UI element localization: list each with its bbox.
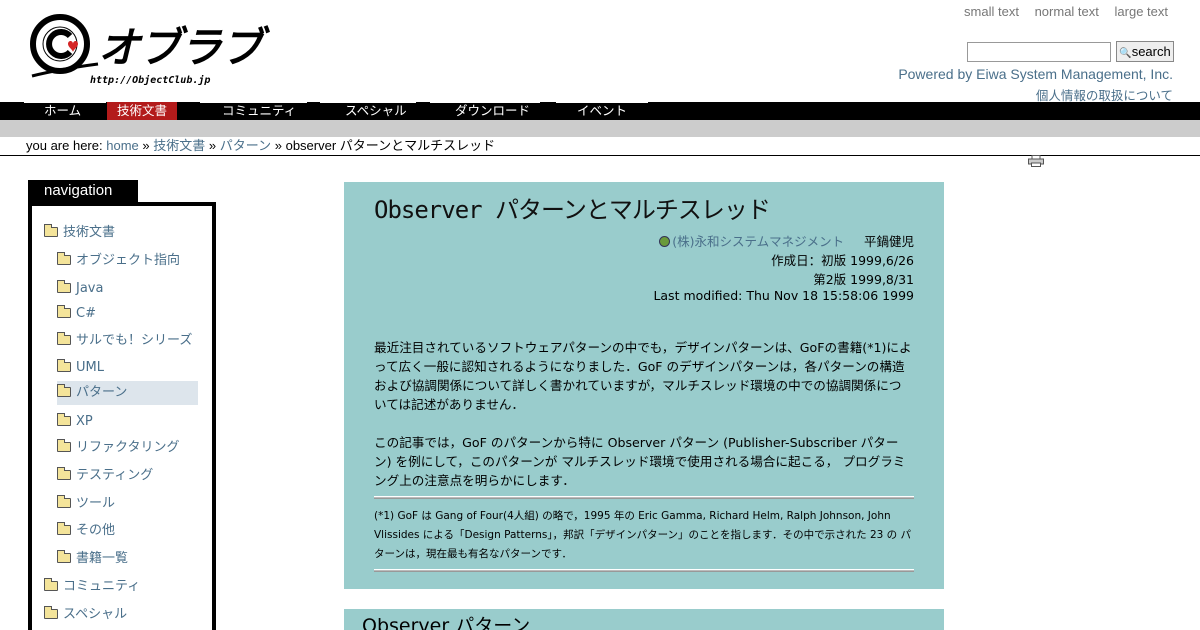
- sidebar-item[interactable]: C#: [57, 302, 96, 326]
- footnote-divider: [374, 569, 914, 572]
- sidebar-item-label: サルでも！シリーズ: [76, 333, 193, 348]
- folder-icon: [57, 495, 71, 508]
- section-card: Observer パターン: [344, 609, 944, 630]
- footnote: (*1) GoF は Gang of Four(4人組) の略で，1995 年の…: [374, 510, 912, 560]
- folder-icon: [44, 578, 58, 591]
- logo-text: オブラブ: [98, 23, 263, 72]
- folder-icon: [57, 550, 71, 563]
- sidebar-item[interactable]: UML: [57, 356, 104, 380]
- sidebar-item-label: XP: [76, 414, 93, 429]
- tab-download[interactable]: ダウンロード: [455, 102, 530, 120]
- folder-icon: [57, 384, 71, 397]
- breadcrumb-tech-docs[interactable]: 技術文書: [153, 138, 205, 153]
- breadcrumb-prefix: you are here:: [26, 138, 103, 153]
- sidebar-item-label: スペシャル: [63, 607, 128, 622]
- sidebar-item[interactable]: その他: [57, 519, 115, 543]
- sidebar-item-label: ツール: [76, 496, 116, 511]
- search-input[interactable]: [967, 42, 1111, 62]
- search-button-label: search: [1131, 44, 1171, 59]
- sidebar-item-label: その他: [76, 523, 116, 538]
- breadcrumb-patterns[interactable]: パターン: [220, 138, 271, 153]
- folder-icon: [57, 280, 71, 293]
- tab-events[interactable]: イベント: [577, 102, 627, 120]
- sidebar-item[interactable]: 書籍一覧: [57, 547, 128, 571]
- sidebar-item-label: C#: [76, 306, 96, 321]
- folder-icon: [57, 252, 71, 265]
- folder-icon: [57, 467, 71, 480]
- search-icon: 🔍: [1119, 48, 1132, 59]
- tab-special[interactable]: スペシャル: [345, 102, 407, 120]
- main-nav: ホーム 技術文書 コミュニティ スペシャル ダウンロード イベント: [0, 102, 1200, 120]
- sidebar-item[interactable]: オブジェクト指向: [57, 249, 180, 273]
- external-link-icon: [659, 236, 671, 247]
- sidebar-item[interactable]: サルでも！シリーズ: [57, 329, 192, 353]
- print-icon[interactable]: [1028, 155, 1044, 167]
- folder-icon: [57, 522, 71, 535]
- breadcrumb-separator: »: [142, 138, 150, 153]
- breadcrumb: you are here: home » 技術文書 » パターン » obser…: [0, 137, 1200, 156]
- sidebar-item[interactable]: テスティング: [57, 464, 153, 488]
- folder-icon: [57, 439, 71, 452]
- sidebar-item-label: テスティング: [76, 468, 154, 483]
- powered-by-link[interactable]: Powered by Eiwa System Management, Inc.: [898, 66, 1173, 82]
- breadcrumb-home[interactable]: home: [106, 138, 139, 153]
- purpose-paragraph: この記事では，GoF のパターンから特に Observer パターン (Publ…: [374, 435, 906, 488]
- folder-icon: [57, 332, 71, 345]
- breadcrumb-separator: »: [274, 138, 282, 153]
- sidebar-item-label: UML: [76, 360, 104, 375]
- sidebar-item-label: コミュニティ: [63, 579, 141, 594]
- last-modified: Last modified: Thu Nov 18 15:58:06 1999: [653, 288, 914, 303]
- font-size-links: small text normal text large text: [952, 4, 1168, 19]
- search-button[interactable]: 🔍search: [1116, 41, 1174, 62]
- large-text-link[interactable]: large text: [1115, 4, 1168, 19]
- folder-icon: [57, 305, 71, 318]
- objectclub-logo-icon: [30, 14, 99, 78]
- sidebar-item[interactable]: リファクタリング: [57, 436, 179, 460]
- small-text-link[interactable]: small text: [964, 4, 1019, 19]
- logo-url: http://ObjectClub.jp: [90, 75, 211, 86]
- navigation-heading: navigation: [28, 180, 138, 203]
- folder-icon: [44, 606, 58, 619]
- sidebar-item[interactable]: XP: [57, 410, 93, 434]
- folder-icon: [57, 359, 71, 372]
- footnote-divider: [374, 496, 914, 499]
- section-heading: Observer パターン: [362, 615, 531, 630]
- breadcrumb-separator: »: [208, 138, 217, 153]
- sidebar-item-label: 書籍一覧: [76, 551, 129, 566]
- breadcrumb-current: observer パターンとマルチスレッド: [285, 138, 496, 153]
- folder-icon: [57, 413, 71, 426]
- sidebar-item-label: リファクタリング: [76, 440, 180, 455]
- article-header-card: Observer パターンとマルチスレッド (株)永和システムマネジメント 平鍋…: [344, 182, 944, 589]
- site-logo[interactable]: オブラブ http://ObjectClub.jp: [28, 12, 278, 90]
- sidebar-item[interactable]: スペシャル: [44, 603, 127, 627]
- article-title: Observer パターンとマルチスレッド: [374, 196, 771, 224]
- created-date: 作成日：初版 1999,6/26: [771, 253, 914, 268]
- sidebar-item[interactable]: 技術文書: [44, 221, 115, 245]
- author-name: 平鍋健児: [863, 234, 914, 249]
- tab-home[interactable]: ホーム: [44, 102, 81, 120]
- sidebar-item-label: 技術文書: [63, 225, 116, 240]
- tab-tech-docs[interactable]: 技術文書: [107, 102, 178, 120]
- sidebar-item[interactable]: コミュニティ: [44, 575, 140, 599]
- sidebar-item-label: Java: [76, 281, 104, 296]
- folder-icon: [44, 224, 58, 237]
- company-link[interactable]: (株)永和システムマネジメント: [672, 234, 844, 249]
- tab-community[interactable]: コミュニティ: [222, 102, 296, 120]
- sidebar-item[interactable]: パターン: [57, 381, 198, 405]
- sidebar-item[interactable]: Java: [57, 277, 103, 301]
- normal-text-link[interactable]: normal text: [1035, 4, 1099, 19]
- sub-nav-bar: [0, 120, 1200, 137]
- revised-date: 第2版 1999,8/31: [813, 272, 914, 287]
- sidebar-item-label: パターン: [76, 385, 128, 400]
- sidebar-item[interactable]: ツール: [57, 492, 115, 516]
- sidebar-item-label: オブジェクト指向: [76, 253, 181, 268]
- article-author-line: (株)永和システムマネジメント 平鍋健児: [659, 231, 914, 250]
- intro-paragraph: 最近注目されているソフトウェアパターンの中でも，デザインパターンは、GoFの書籍…: [374, 340, 912, 412]
